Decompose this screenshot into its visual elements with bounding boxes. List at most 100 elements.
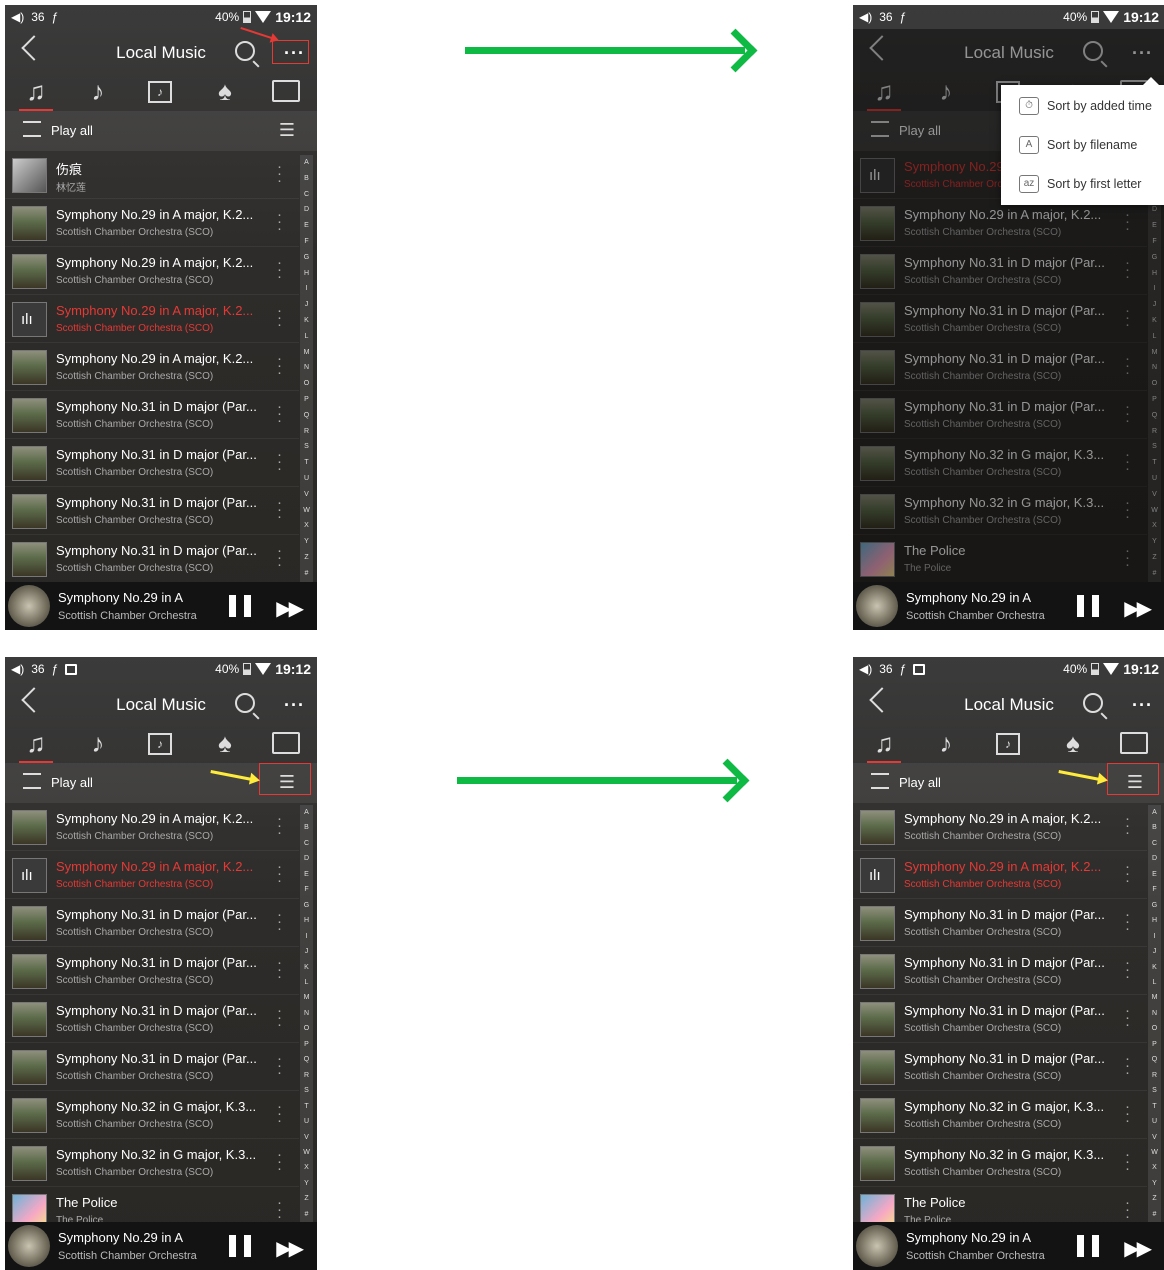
sort-list-icon[interactable]: ☰ — [277, 119, 297, 141]
row-more-icon[interactable]: ··· — [277, 811, 282, 840]
index-letter[interactable]: R — [1152, 1072, 1157, 1080]
row-more-icon[interactable]: ··· — [277, 495, 282, 524]
song-row[interactable]: Symphony No.31 in D major (Par... Scottis… — [5, 1043, 299, 1091]
song-row[interactable]: Symphony No.31 in D major (Par... Scottis… — [5, 391, 299, 439]
index-letter[interactable]: B — [1152, 824, 1157, 832]
index-letter[interactable]: G — [304, 902, 309, 910]
play-all-label[interactable]: Play all — [51, 123, 93, 138]
index-letter[interactable]: X — [304, 522, 309, 530]
index-letter[interactable]: W — [303, 507, 310, 515]
index-letter[interactable]: W — [303, 1149, 310, 1157]
row-more-icon[interactable]: ··· — [1125, 955, 1130, 984]
index-letter[interactable]: L — [305, 979, 309, 987]
next-track-icon[interactable]: ▶▶ — [276, 1236, 304, 1261]
index-letter[interactable]: E — [304, 871, 309, 879]
more-options-button[interactable]: ··· — [284, 695, 305, 716]
now-playing-cover[interactable] — [856, 585, 898, 627]
row-more-icon[interactable]: ··· — [1125, 907, 1130, 936]
song-row[interactable]: 伤痕 林忆莲 · · · — [5, 151, 299, 199]
now-playing-cover[interactable] — [8, 1225, 50, 1267]
menu-item-sort-first-letter[interactable]: az Sort by first letter — [1001, 167, 1164, 202]
index-letter[interactable]: M — [304, 349, 310, 357]
index-letter[interactable]: # — [1153, 1211, 1157, 1219]
song-row[interactable]: Symphony No.29 in A major, K.2... Scottis… — [5, 295, 299, 343]
index-letter[interactable]: A — [304, 159, 309, 167]
index-letter[interactable]: E — [1152, 871, 1157, 879]
index-letter[interactable]: K — [1152, 964, 1157, 972]
next-track-icon[interactable]: ▶▶ — [276, 596, 304, 621]
song-row[interactable]: Symphony No.29 in A major, K.2... Scottis… — [5, 803, 299, 851]
alphabet-index[interactable]: ABCDEFGHIJKLMNOPQRSTUVWXYZ # — [1148, 805, 1161, 1223]
index-letter[interactable]: H — [304, 270, 309, 278]
index-letter[interactable]: Z — [1152, 1195, 1156, 1203]
index-letter[interactable]: O — [1152, 1025, 1157, 1033]
index-letter[interactable]: M — [1152, 994, 1158, 1002]
menu-item-sort-added-time[interactable]: ⏱ Sort by added time — [1001, 89, 1164, 124]
index-letter[interactable]: F — [304, 238, 308, 246]
tab-albums-album-icon[interactable]: ♪ — [145, 729, 175, 757]
tab-artists-person-icon[interactable]: ♪ — [83, 77, 113, 105]
song-row[interactable]: Symphony No.31 in D major (Par... Scottis… — [5, 439, 299, 487]
index-letter[interactable]: L — [305, 333, 309, 341]
index-letter[interactable]: S — [304, 443, 309, 451]
song-row[interactable]: Symphony No.29 in A major, K.2... Scottis… — [853, 851, 1147, 899]
menu-item-sort-filename[interactable]: A Sort by filename — [1001, 128, 1164, 163]
index-letter[interactable]: X — [304, 1164, 309, 1172]
song-row[interactable]: Symphony No.31 in D major (Par... Scottis… — [5, 899, 299, 947]
index-letter[interactable]: J — [1153, 948, 1157, 956]
index-letter[interactable]: Q — [1152, 1056, 1157, 1064]
index-letter[interactable]: N — [304, 1010, 309, 1018]
row-more-icon[interactable]: ··· — [1125, 859, 1130, 888]
index-letter[interactable]: G — [1152, 902, 1157, 910]
index-letter[interactable]: I — [306, 933, 308, 941]
index-letter[interactable]: F — [1152, 886, 1156, 894]
pause-icon[interactable] — [1077, 1235, 1099, 1257]
tab-folders-folder-icon[interactable] — [272, 729, 302, 757]
index-letter[interactable]: Z — [304, 554, 308, 562]
index-letter[interactable]: F — [304, 886, 308, 894]
index-letter[interactable]: B — [304, 175, 309, 183]
index-letter[interactable]: A — [1152, 809, 1157, 817]
row-more-icon[interactable]: ··· — [277, 351, 282, 380]
index-letter[interactable]: R — [304, 1072, 309, 1080]
tab-genres-guitar-icon[interactable]: ♠ — [210, 729, 240, 757]
index-letter[interactable]: U — [1152, 1118, 1157, 1126]
index-letter[interactable]: H — [304, 917, 309, 925]
tab-songs-music-note-icon[interactable]: ♫ — [19, 729, 53, 763]
index-letter[interactable]: N — [1152, 1010, 1157, 1018]
index-letter[interactable]: Z — [304, 1195, 308, 1203]
song-row[interactable]: Symphony No.32 in G major, K.3... Scottis… — [853, 1139, 1147, 1187]
row-more-icon[interactable]: ··· — [277, 1051, 282, 1080]
row-more-icon[interactable]: ··· — [277, 955, 282, 984]
row-more-icon[interactable]: ··· — [277, 1003, 282, 1032]
index-letter[interactable]: P — [1152, 1041, 1157, 1049]
alphabet-index[interactable]: ABCDEFGHIJKLMNOPQRSTUVWXYZ # — [300, 805, 313, 1223]
index-letter[interactable]: V — [304, 1134, 309, 1142]
index-letter[interactable]: P — [304, 396, 309, 404]
row-more-icon[interactable]: ··· — [1125, 1051, 1130, 1080]
song-row[interactable]: Symphony No.31 in D major (Par... Scottis… — [853, 947, 1147, 995]
index-letter[interactable]: I — [1154, 933, 1156, 941]
song-row[interactable]: Symphony No.32 in G major, K.3... Scottis… — [5, 1139, 299, 1187]
tab-genres-guitar-icon[interactable]: ♠ — [210, 77, 240, 105]
row-more-icon[interactable]: ··· — [1125, 1003, 1130, 1032]
tab-folders-folder-icon[interactable] — [272, 77, 302, 105]
row-more-icon[interactable]: ··· — [277, 207, 282, 236]
index-letter[interactable]: Q — [304, 412, 309, 420]
index-letter[interactable]: O — [304, 380, 309, 388]
index-letter[interactable]: O — [304, 1025, 309, 1033]
index-letter[interactable]: B — [304, 824, 309, 832]
song-row[interactable]: Symphony No.31 in D major (Par... Scottis… — [853, 1043, 1147, 1091]
row-more-icon[interactable]: ··· — [277, 543, 282, 572]
row-more-icon[interactable]: ··· — [277, 1099, 282, 1128]
next-track-icon[interactable]: ▶▶ — [1124, 596, 1152, 621]
tab-artists-person-icon[interactable]: ♪ — [931, 729, 961, 757]
index-letter[interactable]: D — [304, 206, 309, 214]
song-row[interactable]: Symphony No.29 in A major, K.2... Scottis… — [5, 851, 299, 899]
song-row[interactable]: Symphony No.31 in D major (Par... Scottis… — [5, 995, 299, 1043]
pause-icon[interactable] — [229, 1235, 251, 1257]
index-letter[interactable]: N — [304, 364, 309, 372]
index-letter[interactable]: H — [1152, 917, 1157, 925]
song-row[interactable]: Symphony No.29 in A major, K.2... Scottis… — [5, 343, 299, 391]
play-all-label[interactable]: Play all — [899, 775, 941, 790]
